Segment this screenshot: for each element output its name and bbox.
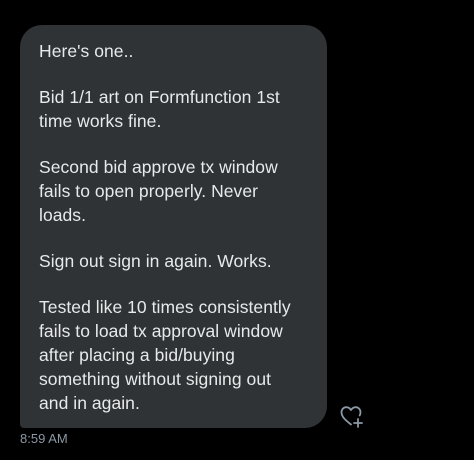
add-reaction-button[interactable] bbox=[336, 401, 366, 431]
message-paragraph: Sign out sign in again. Works. bbox=[39, 251, 272, 271]
message-timestamp: 8:59 AM bbox=[20, 431, 68, 446]
message-paragraph: Bid 1/1 art on Formfunction 1st time wor… bbox=[39, 87, 280, 131]
message-paragraph: Tested like 10 times consistently fails … bbox=[39, 297, 291, 413]
message-paragraph: Second bid approve tx window fails to op… bbox=[39, 157, 278, 225]
message-bubble[interactable]: Here's one.. Bid 1/1 art on Formfunction… bbox=[20, 25, 327, 428]
message-paragraph: Here's one.. bbox=[39, 41, 134, 61]
heart-plus-icon bbox=[340, 406, 363, 428]
